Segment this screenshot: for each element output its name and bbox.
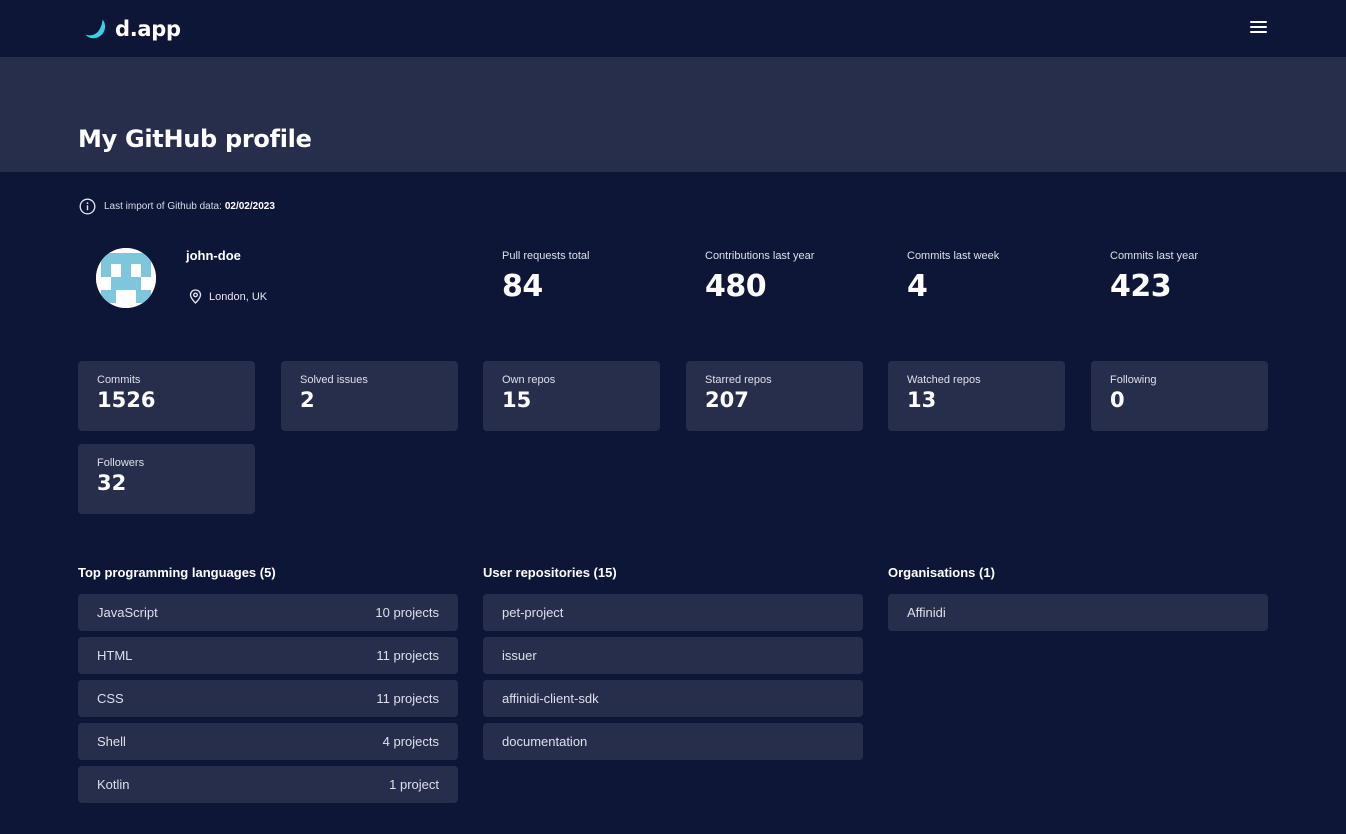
hamburger-menu-button[interactable]: [1246, 15, 1272, 39]
stat-pull-requests-total: Pull requests total 84: [502, 250, 589, 304]
card-label: Following: [1110, 374, 1157, 386]
stat-card-following: Following 0: [1091, 361, 1268, 431]
top-bar: d.app: [0, 0, 1346, 57]
stat-label: Pull requests total: [502, 250, 590, 262]
import-note-text: Last import of Github data:: [104, 201, 222, 212]
language-name: Shell: [97, 734, 126, 749]
avatar: [96, 248, 156, 308]
stat-value: 4: [907, 269, 928, 304]
language-project-count: 1 project: [389, 777, 439, 792]
language-name: CSS: [97, 691, 124, 706]
card-value: 15: [502, 388, 532, 412]
card-label: Commits: [97, 374, 141, 386]
organisations-section-title: Organisations (1): [888, 565, 995, 580]
card-value: 32: [97, 471, 127, 495]
language-name: Kotlin: [97, 777, 130, 792]
stat-label: Commits last week: [907, 250, 1000, 262]
repository-row[interactable]: pet-project: [483, 594, 863, 631]
card-value: 2: [300, 388, 315, 412]
location-text: London, UK: [209, 290, 268, 303]
page-header: My GitHub profile: [0, 57, 1346, 172]
repository-row[interactable]: issuer: [483, 637, 863, 674]
stat-label: Contributions last year: [705, 250, 815, 262]
username: john-doe: [186, 248, 241, 263]
stat-commits-last-year: Commits last year 423: [1110, 250, 1198, 304]
language-project-count: 4 projects: [382, 734, 439, 749]
repository-name: documentation: [502, 734, 588, 749]
app-logo-link[interactable]: d.app: [84, 15, 181, 43]
language-name: HTML: [97, 648, 133, 663]
app-name: d.app: [115, 17, 181, 41]
stat-card-watched-repos: Watched repos 13: [888, 361, 1065, 431]
location: London, UK: [189, 289, 267, 304]
organisation-row[interactable]: Affinidi: [888, 594, 1268, 631]
repositories-section-title: User repositories (15): [483, 565, 617, 580]
card-label: Followers: [97, 457, 145, 469]
stat-contributions-last-year: Contributions last year 480: [705, 250, 814, 304]
card-label: Solved issues: [300, 374, 368, 386]
repository-row[interactable]: affinidi-client-sdk: [483, 680, 863, 717]
language-row: Kotlin 1 project: [78, 766, 458, 803]
stat-card-own-repos: Own repos 15: [483, 361, 660, 431]
language-name: JavaScript: [97, 605, 158, 620]
import-note: Last import of Github data: 02/02/2023: [79, 198, 275, 215]
languages-section-title: Top programming languages (5): [78, 565, 276, 580]
stat-label: Commits last year: [1110, 250, 1199, 262]
language-project-count: 11 projects: [376, 648, 439, 663]
repository-name: affinidi-client-sdk: [502, 691, 599, 706]
hamburger-menu-icon: [1250, 21, 1267, 33]
stat-value: 423: [1110, 269, 1172, 304]
page-title: My GitHub profile: [78, 125, 312, 153]
language-row: HTML 11 projects: [78, 637, 458, 674]
card-label: Watched repos: [907, 374, 981, 386]
card-label: Own repos: [502, 374, 556, 386]
language-row: CSS 11 projects: [78, 680, 458, 717]
card-value: 207: [705, 388, 749, 412]
stat-card-followers: Followers 32: [78, 444, 255, 514]
info-icon: [79, 198, 96, 215]
card-label: Starred repos: [705, 374, 772, 386]
card-value: 1526: [97, 388, 156, 412]
stat-commits-last-week: Commits last week 4: [907, 250, 999, 304]
language-row: JavaScript 10 projects: [78, 594, 458, 631]
language-project-count: 10 projects: [375, 605, 439, 620]
stat-card-commits: Commits 1526: [78, 361, 255, 431]
language-project-count: 11 projects: [376, 691, 439, 706]
stat-card-starred-repos: Starred repos 207: [686, 361, 863, 431]
organisation-name: Affinidi: [907, 605, 946, 620]
repository-name: pet-project: [502, 605, 564, 620]
card-value: 0: [1110, 388, 1125, 412]
stat-value: 84: [502, 269, 543, 304]
repository-row[interactable]: documentation: [483, 723, 863, 760]
import-date: 02/02/2023: [224, 201, 275, 212]
stat-value: 480: [705, 269, 767, 304]
moon-logo-icon: [85, 19, 106, 39]
language-row: Shell 4 projects: [78, 723, 458, 760]
identicon-avatar: [96, 248, 156, 308]
repository-name: issuer: [502, 648, 537, 663]
location-pin-icon: [189, 289, 202, 304]
card-value: 13: [907, 388, 937, 412]
stat-card-solved-issues: Solved issues 2: [281, 361, 458, 431]
